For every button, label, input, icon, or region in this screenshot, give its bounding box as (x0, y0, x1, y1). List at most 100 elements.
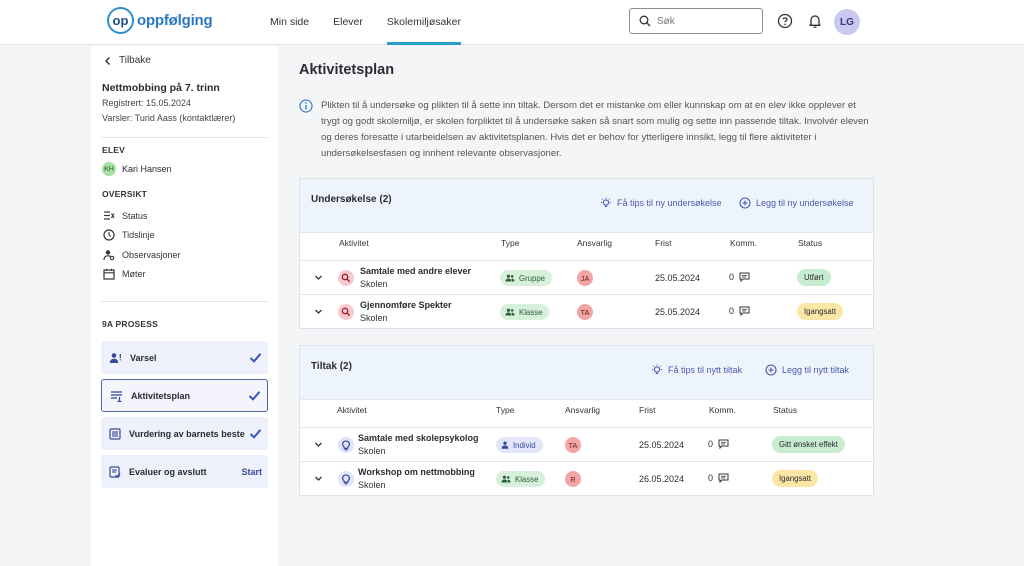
investigation-card-header: Undersøkelse (2) Få tips til ny undersøk… (300, 179, 873, 233)
comments-count[interactable]: 0 (708, 439, 729, 449)
measures-title: Tiltak (2) (311, 361, 352, 372)
process-step-varsel[interactable]: Varsel (101, 341, 268, 374)
col-type: Type (501, 238, 520, 248)
chevron-down-icon[interactable] (314, 273, 323, 282)
table-row[interactable]: Samtale med andre elever Skolen Gruppe J… (300, 260, 873, 294)
case-registered: Registrert: 15.05.2024 (102, 98, 192, 108)
process-section-label: 9A PROSESS (102, 319, 159, 329)
back-link[interactable]: Tilbake (103, 55, 151, 66)
main-nav: Min side Elever Skolemiljøsaker (258, 0, 473, 45)
tips-measure-link[interactable]: Få tips til nytt tiltak (651, 364, 742, 376)
chevron-left-icon (105, 56, 110, 65)
table-row[interactable]: Workshop om nettmobbing Skolen Klasse R … (300, 461, 873, 495)
comments-count[interactable]: 0 (729, 272, 750, 282)
activity-owner: Skolen (360, 313, 388, 323)
col-responsible: Ansvarlig (565, 405, 600, 415)
measures-card-header: Tiltak (2) Få tips til nytt tiltak Legg … (300, 346, 873, 400)
group-icon (505, 274, 515, 282)
activity-name[interactable]: Gjennomføre Spekter (360, 300, 452, 310)
col-activity: Aktivitet (339, 238, 369, 248)
chevron-down-icon[interactable] (314, 440, 323, 449)
info-text: Plikten til å undersøke og plikten til å… (321, 100, 869, 159)
start-button[interactable]: Start (241, 467, 262, 477)
divider (101, 301, 268, 302)
help-icon[interactable] (777, 13, 793, 29)
clock-icon (103, 229, 115, 241)
back-label: Tilbake (119, 55, 151, 66)
process-step-label: Aktivitetsplan (131, 390, 191, 401)
search-box[interactable] (629, 8, 763, 34)
document-check-icon (109, 465, 121, 478)
comment-icon (739, 272, 750, 282)
chevron-down-icon[interactable] (314, 307, 323, 316)
add-measure-label: Legg til nytt tiltak (782, 365, 850, 375)
chevron-down-icon[interactable] (314, 474, 323, 483)
status-badge: Gitt ønsket effekt (772, 436, 845, 453)
activity-owner: Skolen (358, 446, 386, 456)
student-avatar: KH (102, 162, 116, 176)
table-row[interactable]: Samtale med skolepsykolog Skolen Individ… (300, 427, 873, 461)
col-due: Frist (655, 238, 672, 248)
nav-skolemiljosaker[interactable]: Skolemiljøsaker (375, 0, 473, 45)
bell-icon[interactable] (807, 13, 823, 29)
table-row[interactable]: Gjennomføre Spekter Skolen Klasse TA 25.… (300, 294, 873, 328)
overview-status[interactable]: Status (103, 210, 148, 221)
col-status: Status (798, 238, 823, 248)
app-logo[interactable]: op oppfølging (107, 7, 213, 34)
top-header: op oppfølging Min side Elever Skolemiljø… (0, 0, 1024, 45)
investigation-title: Undersøkelse (2) (311, 194, 392, 205)
student-link[interactable]: KH Kari Hansen (102, 162, 172, 176)
activity-owner: Skolen (360, 279, 388, 289)
logo-text: oppfølging (137, 12, 213, 29)
status-badge: Utført (797, 269, 831, 286)
check-icon (248, 391, 261, 401)
activity-name[interactable]: Samtale med skolepsykolog (358, 433, 479, 443)
comments-value: 0 (708, 473, 714, 483)
overview-observations[interactable]: Observasjoner (103, 249, 181, 261)
comments-count[interactable]: 0 (729, 306, 750, 316)
student-name: Kari Hansen (122, 164, 172, 174)
comments-count[interactable]: 0 (708, 473, 729, 483)
activity-name[interactable]: Workshop om nettmobbing (358, 467, 475, 477)
add-measure-link[interactable]: Legg til nytt tiltak (765, 364, 849, 376)
nav-elever[interactable]: Elever (321, 0, 375, 45)
type-label: Klasse (515, 474, 539, 484)
check-icon (249, 429, 262, 439)
due-date: 25.05.2024 (655, 273, 701, 283)
search-input[interactable] (657, 15, 757, 27)
process-step-label: Varsel (130, 352, 157, 363)
investigation-card: Undersøkelse (2) Få tips til ny undersøk… (299, 178, 874, 329)
search-activity-icon (338, 304, 354, 320)
user-alert-icon (109, 352, 121, 363)
plus-circle-icon (739, 197, 751, 209)
document-list-icon (109, 427, 121, 440)
plus-circle-icon (765, 364, 777, 376)
user-avatar[interactable]: LG (834, 9, 860, 35)
process-step-label: Vurdering av barnets beste (129, 428, 245, 439)
responsible-avatar: R (565, 471, 581, 487)
list-plan-icon (111, 390, 122, 402)
add-investigation-link[interactable]: Legg til ny undersøkelse (739, 197, 854, 209)
tips-investigation-link[interactable]: Få tips til ny undersøkelse (600, 197, 722, 209)
tips-investigation-label: Få tips til ny undersøkelse (617, 198, 722, 208)
lightbulb-activity-icon (338, 471, 354, 487)
logo-mark: op (107, 7, 134, 34)
process-step-label: Evaluer og avslutt (129, 466, 207, 477)
group-icon (505, 308, 515, 316)
overview-meetings[interactable]: Møter (103, 268, 146, 280)
measures-card: Tiltak (2) Få tips til nytt tiltak Legg … (299, 345, 874, 496)
user-observe-icon (103, 250, 115, 261)
lightbulb-icon (601, 197, 611, 208)
activity-name[interactable]: Samtale med andre elever (360, 266, 471, 276)
nav-min-side[interactable]: Min side (258, 0, 321, 45)
process-step-vurdering[interactable]: Vurdering av barnets beste (101, 417, 268, 450)
col-status: Status (773, 405, 798, 415)
status-badge: Igangsatt (797, 303, 844, 320)
overview-meetings-label: Møter (122, 269, 146, 279)
process-step-evaluer[interactable]: Evaluer og avslutt Start (101, 455, 268, 488)
overview-timeline[interactable]: Tidslinje (103, 229, 155, 241)
status-badge: Igangsatt (772, 470, 819, 487)
divider (101, 137, 268, 138)
process-step-aktivitetsplan[interactable]: Aktivitetsplan (101, 379, 268, 412)
overview-timeline-label: Tidslinje (122, 230, 155, 240)
